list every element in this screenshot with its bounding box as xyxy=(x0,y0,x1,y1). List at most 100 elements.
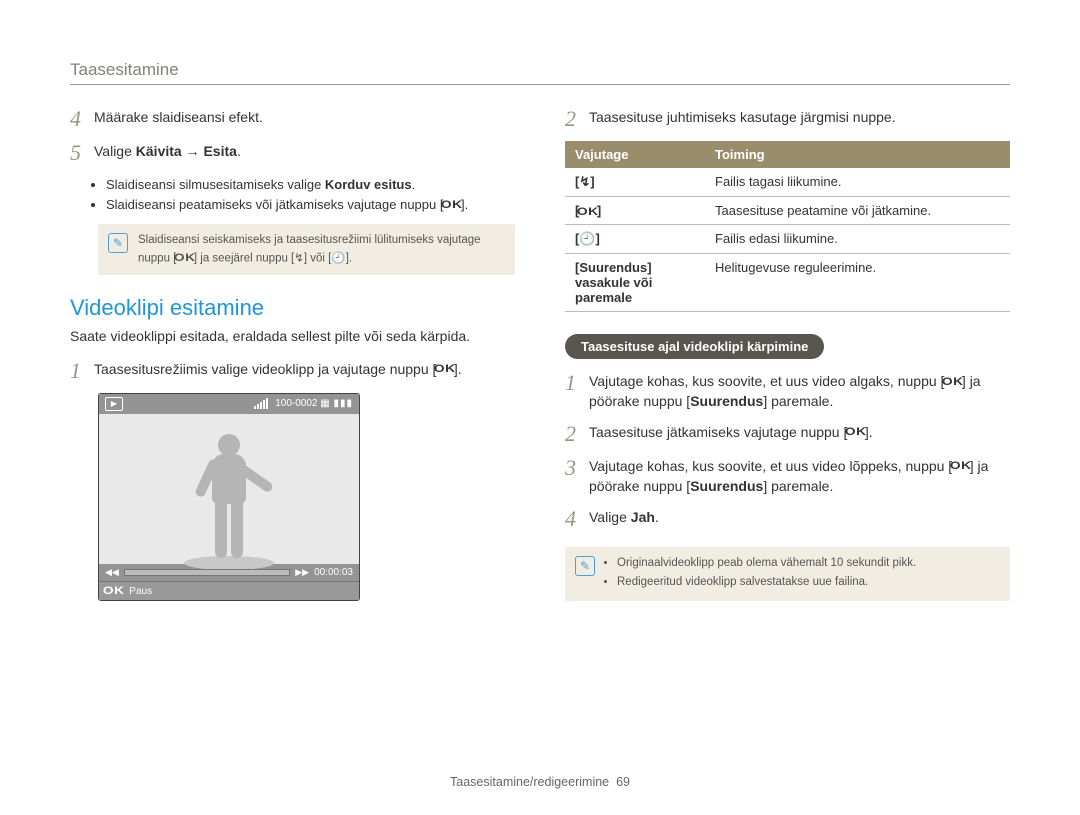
page-number: 69 xyxy=(616,775,630,789)
section-intro: Saate videoklippi esitada, eraldada sell… xyxy=(70,327,515,347)
table-row: [Suurendus] vasakule või paremale Helitu… xyxy=(565,254,1010,312)
bullet-list: Slaidiseansi silmusesitamiseks valige Ko… xyxy=(98,175,515,214)
ok-button-icon: OK xyxy=(845,425,867,441)
note-item: Originaalvideoklipp peab olema vähemalt … xyxy=(617,555,916,572)
text: Slaidiseansi peatamiseks või jätkamiseks… xyxy=(106,197,443,212)
step-text: Taasesituse jätkamiseks vajutage nuppu [… xyxy=(589,422,873,446)
option-name: Korduv esitus xyxy=(325,177,412,192)
person-silhouette xyxy=(189,434,269,564)
rewind-icon: ◀◀ xyxy=(105,567,119,578)
table-header-row: Vajutage Toiming xyxy=(565,141,1010,168)
step-number: 4 xyxy=(70,107,94,131)
ok-button-icon: OK xyxy=(950,459,972,475)
text: Valige xyxy=(94,143,136,159)
button-cell: [🕘] xyxy=(565,225,705,254)
play-step-1: 1 Taasesitusrežiimis valige videoklipp j… xyxy=(70,359,515,383)
option-yes: Jah xyxy=(631,509,655,525)
bullet-item: Slaidiseansi peatamiseks või jätkamiseks… xyxy=(106,195,515,215)
ok-button-icon: OK xyxy=(103,585,125,597)
note-icon: ✎ xyxy=(575,556,595,576)
ok-button-icon: OK xyxy=(174,250,196,267)
video-content xyxy=(99,414,359,564)
zoom-button: Suurendus xyxy=(690,478,763,494)
text: Taasesitusrežiimis valige videoklipp ja … xyxy=(94,361,436,377)
step-number: 4 xyxy=(565,507,589,531)
two-column-layout: 4 Määrake slaidiseansi efekt. 5 Valige K… xyxy=(70,107,1010,621)
step-text: Vajutage kohas, kus soovite, et uus vide… xyxy=(589,456,1010,497)
step-text: Vajutage kohas, kus soovite, et uus vide… xyxy=(589,371,1010,412)
playback-mode-icon: ▶ xyxy=(105,397,123,411)
step-number: 2 xyxy=(565,422,589,446)
note-item: Redigeeritud videoklipp salvestatakse uu… xyxy=(617,574,916,591)
video-bottom-bar: OK Paus xyxy=(99,581,359,600)
step-5: 5 Valige Käivita → Esita. xyxy=(70,141,515,165)
trim-step-3: 3 Vajutage kohas, kus soovite, et uus vi… xyxy=(565,456,1010,497)
battery-icon: ▮▮▮ xyxy=(333,398,353,409)
text: . xyxy=(655,509,659,525)
table-row: [🕘] Failis edasi liikumine. xyxy=(565,225,1010,254)
ok-button-icon: OK xyxy=(942,375,964,391)
text: . xyxy=(412,177,416,192)
page-footer: Taasesitamine/redigeerimine 69 xyxy=(0,775,1080,789)
forward-icon: ▶▶ xyxy=(295,567,309,578)
text: ]. xyxy=(346,252,352,264)
page-header: Taasesitamine xyxy=(70,60,1010,85)
button-cell: [Suurendus] vasakule või paremale xyxy=(565,254,705,312)
button-cell: [OK] xyxy=(565,197,705,225)
text: Vajutage kohas, kus soovite, et uus vide… xyxy=(589,458,952,474)
play-step-2: 2 Taasesituse juhtimiseks kasutage järgm… xyxy=(565,107,1010,131)
volume-bars-icon xyxy=(254,398,268,409)
card-icon: ▦ xyxy=(320,398,330,409)
video-top-bar: ▶ 100-0002 ▦ ▮▮▮ xyxy=(99,394,359,414)
table-row: [↯] Failis tagasi liikumine. xyxy=(565,168,1010,197)
timer-icon: 🕘 xyxy=(331,252,345,264)
note-box: ✎ Slaidiseansi seiskamiseks ja taasesitu… xyxy=(98,224,515,275)
table-row: [OK] Taasesituse peatamine või jätkamine… xyxy=(565,197,1010,225)
note-text: Slaidiseansi seiskamiseks ja taasesitusr… xyxy=(138,232,505,267)
text: ] või [ xyxy=(304,252,331,264)
step-number: 3 xyxy=(565,456,589,497)
subsection-pill: Taasesituse ajal videoklipi kärpimine xyxy=(565,334,824,359)
ok-action-label: Paus xyxy=(129,586,152,597)
menu-path: Käivita → Esita xyxy=(136,143,237,159)
ok-button-icon: OK xyxy=(434,362,456,378)
progress-track xyxy=(124,569,290,576)
action-cell: Failis tagasi liikumine. xyxy=(705,168,1010,197)
elapsed-time: 00:00:03 xyxy=(314,567,353,578)
footer-section: Taasesitamine/redigeerimine xyxy=(450,775,609,789)
text: . xyxy=(237,143,241,159)
text: Taasesituse jätkamiseks vajutage nuppu [ xyxy=(589,424,847,440)
action-cell: Failis edasi liikumine. xyxy=(705,225,1010,254)
step-number: 1 xyxy=(70,359,94,383)
col-header-action: Toiming xyxy=(705,141,1010,168)
timer-icon: 🕘 xyxy=(579,231,595,246)
flash-icon: ↯ xyxy=(579,174,590,189)
note-bullet-list: Originaalvideoklipp peab olema vähemalt … xyxy=(605,555,916,594)
right-column: 2 Taasesituse juhtimiseks kasutage järgm… xyxy=(565,107,1010,621)
step-4: 4 Määrake slaidiseansi efekt. xyxy=(70,107,515,131)
text: Slaidiseansi silmusesitamiseks valige xyxy=(106,177,325,192)
step-text: Määrake slaidiseansi efekt. xyxy=(94,107,263,131)
text: ] ja seejärel nuppu [ xyxy=(194,252,294,264)
ok-button-icon: OK xyxy=(577,206,599,218)
controls-table: Vajutage Toiming [↯] Failis tagasi liiku… xyxy=(565,141,1010,312)
trim-step-2: 2 Taasesituse jätkamiseks vajutage nuppu… xyxy=(565,422,1010,446)
video-preview-frame: ▶ 100-0002 ▦ ▮▮▮ xyxy=(98,393,360,601)
text: Vajutage kohas, kus soovite, et uus vide… xyxy=(589,373,944,389)
text: ] paremale. xyxy=(763,393,833,409)
button-cell: [↯] xyxy=(565,168,705,197)
step-text: Taasesituse juhtimiseks kasutage järgmis… xyxy=(589,107,896,131)
left-column: 4 Määrake slaidiseansi efekt. 5 Valige K… xyxy=(70,107,515,621)
step-number: 1 xyxy=(565,371,589,412)
bullet-item: Slaidiseansi silmusesitamiseks valige Ko… xyxy=(106,175,515,195)
note-icon: ✎ xyxy=(108,233,128,253)
note-box: ✎ Originaalvideoklipp peab olema vähemal… xyxy=(565,547,1010,602)
file-counter: 100-0002 xyxy=(275,398,317,409)
step-text: Valige Käivita → Esita. xyxy=(94,141,241,165)
trim-step-4: 4 Valige Jah. xyxy=(565,507,1010,531)
zoom-button: Suurendus xyxy=(690,393,763,409)
action-cell: Helitugevuse reguleerimine. xyxy=(705,254,1010,312)
text: Valige xyxy=(589,509,631,525)
action-cell: Taasesituse peatamine või jätkamine. xyxy=(705,197,1010,225)
text: ] paremale. xyxy=(763,478,833,494)
